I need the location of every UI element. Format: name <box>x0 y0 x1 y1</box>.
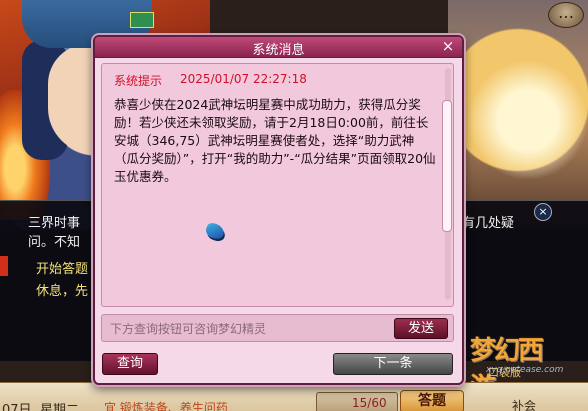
bottom-bar: 07日 星期二 宜 锻炼装备、养生问药 补会 <box>0 382 588 411</box>
next-button[interactable]: 下一条 <box>333 353 453 375</box>
start-answer-link[interactable]: 开始答题 <box>36 258 88 277</box>
red-tab-marker <box>0 256 8 276</box>
message-timestamp: 2025/01/07 22:27:18 <box>180 72 307 86</box>
query-input-placeholder: 下方查询按钮可咨询梦幻精灵 <box>110 322 267 336</box>
date-fragment: 07日 <box>2 403 32 411</box>
message-heading: 系统提示 <box>114 74 163 88</box>
golden-character-art <box>448 0 588 230</box>
close-icon[interactable]: × <box>440 38 456 54</box>
daily-advice: 宜 锻炼装备、养生问药 <box>104 401 228 411</box>
message-body: 系统提示 2025/01/07 22:27:18 恭喜少侠在2024武神坛明星赛… <box>101 63 454 307</box>
info-line-1-right: 有几处疑 <box>462 216 515 231</box>
dialog-title: 系统消息 <box>252 43 305 58</box>
answer-count: 15/60 <box>352 396 387 410</box>
send-button[interactable]: 发送 <box>394 318 448 339</box>
hat-gem-icon <box>130 12 154 28</box>
system-message-dialog: 系统消息 × 系统提示 2025/01/07 22:27:18 恭喜少侠在202… <box>93 35 464 385</box>
cursor-icon <box>204 221 226 241</box>
query-input[interactable]: 下方查询按钮可咨询梦幻精灵 发送 <box>101 314 454 342</box>
right-label[interactable]: 补会 <box>512 397 536 411</box>
answer-button[interactable]: 答题 <box>400 390 464 411</box>
more-button[interactable]: … <box>548 2 584 28</box>
scrollbar-thumb[interactable] <box>442 100 452 232</box>
info-line-1-left: 三界时事 <box>28 216 81 231</box>
query-button[interactable]: 查询 <box>102 353 158 375</box>
info-close-icon[interactable]: × <box>534 203 552 221</box>
message-text: 恭喜少侠在2024武神坛明星赛中成功助力，获得瓜分奖励！若少侠还未领取奖励，请于… <box>114 97 436 184</box>
logo-url: xyq.netease.com <box>486 365 564 375</box>
weekday-label: 星期二 <box>40 403 80 411</box>
rest-link[interactable]: 休息，先 <box>36 280 88 299</box>
dialog-titlebar[interactable]: 系统消息 × <box>95 37 462 58</box>
info-line-2: 问。不知 <box>28 235 81 250</box>
